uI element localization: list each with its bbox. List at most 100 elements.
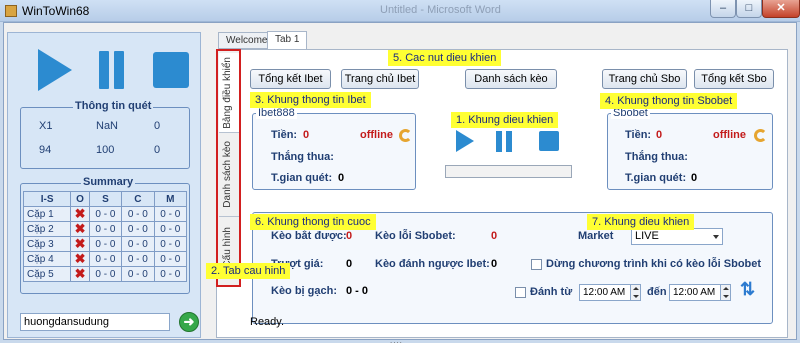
resize-grip[interactable]: .... — [390, 336, 403, 343]
left-panel: Thông tin quét X1 NaN 0 94 100 0 Summary… — [7, 32, 201, 338]
sbo-status: offline — [713, 129, 746, 141]
side-tab-bet-list[interactable]: Danh sách kèo — [219, 135, 239, 217]
sbo-info-panel: Sbobet Tiền: 0 offline Thắng thua: T.gia… — [607, 107, 773, 190]
scan-row: X1 NaN 0 — [21, 120, 189, 134]
summary-header: S — [88, 191, 123, 207]
bet-from-label: Đánh từ — [530, 286, 573, 298]
pause-icon[interactable] — [496, 131, 512, 152]
c-cell: 0 - 0 — [121, 236, 155, 252]
go-arrow-icon[interactable]: ➜ — [179, 312, 199, 332]
to-label: đến — [647, 286, 667, 298]
m-cell: 0 - 0 — [153, 221, 188, 237]
side-tab-label: Cấu hình — [222, 227, 233, 268]
sbo-money-value: 0 — [656, 129, 663, 141]
ibet-status: offline — [360, 129, 393, 141]
title-bar: WinToWin68 Untitled - Microsoft Word – □… — [0, 0, 800, 22]
sbobet-error-value: 0 — [491, 230, 498, 242]
summary-title: Summary — [81, 176, 136, 188]
time-to-picker[interactable]: 12:00 AM — [669, 284, 731, 301]
chevron-down-icon — [713, 235, 719, 239]
ibet-scantime-value: 0 — [338, 172, 345, 184]
scan-cell: 0 — [154, 144, 161, 156]
remove-icon[interactable]: ✖ — [70, 221, 90, 237]
pair-label: Cặp 1 — [22, 206, 72, 222]
summary-header: I-S — [22, 191, 72, 207]
scan-info-group: Thông tin quét X1 NaN 0 94 100 0 — [20, 100, 190, 169]
remove-icon[interactable]: ✖ — [70, 206, 90, 222]
status-text: Ready. — [250, 316, 285, 328]
sbo-home-button[interactable]: Trang chủ Sbo — [602, 69, 687, 89]
callout-config-tab: 2. Tab cau hinh — [206, 263, 291, 279]
ibet-money-value: 0 — [303, 129, 310, 141]
ibet-winloss-label: Thắng thua: — [271, 151, 334, 163]
m-cell: 0 - 0 — [153, 236, 188, 252]
bet-time-checkbox[interactable] — [515, 287, 526, 298]
summary-header: O — [70, 191, 90, 207]
tab-1[interactable]: Tab 1 — [267, 31, 308, 50]
spin-icon[interactable] — [630, 285, 640, 300]
m-cell: 0 - 0 — [153, 206, 188, 222]
side-tab-label: Bảng điều khiển — [222, 57, 233, 129]
ibet-panel-title: Ibet888 — [256, 107, 297, 119]
minimize-button[interactable]: – — [710, 0, 736, 18]
play-icon[interactable] — [456, 130, 474, 152]
spin-icon[interactable] — [720, 285, 730, 300]
ibet-home-button[interactable]: Trang chủ Ibet — [341, 69, 419, 89]
ibet-money-label: Tiền: — [271, 129, 298, 141]
pair-label: Cặp 3 — [22, 236, 72, 252]
time-from-picker[interactable]: 12:00 AM — [579, 284, 641, 301]
app-icon — [5, 5, 17, 17]
m-cell: 0 - 0 — [153, 251, 188, 267]
market-value: LIVE — [635, 230, 659, 242]
refresh-icon[interactable] — [754, 129, 767, 142]
pause-icon[interactable] — [99, 51, 125, 89]
pair-label: Cặp 4 — [22, 251, 72, 267]
maximize-button[interactable]: □ — [736, 0, 762, 18]
market-label: Market — [578, 230, 614, 242]
side-tab-label: Danh sách kèo — [222, 141, 233, 208]
background-window-title: Untitled - Microsoft Word — [380, 4, 501, 16]
callout-ibet-frame: 3. Khung thong tin Ibet — [250, 92, 371, 108]
stop-on-error-checkbox[interactable] — [531, 259, 542, 270]
scan-row: 94 100 0 — [21, 144, 189, 158]
remove-icon[interactable]: ✖ — [70, 251, 90, 267]
table-row: Cặp 5 ✖ 0 - 0 0 - 0 0 - 0 — [22, 266, 188, 282]
remove-icon[interactable]: ✖ — [70, 236, 90, 252]
sync-icon[interactable]: ⇅ — [740, 279, 755, 300]
table-row: Cặp 3 ✖ 0 - 0 0 - 0 0 - 0 — [22, 236, 188, 252]
sbobet-error-label: Kèo lỗi Sbobet: — [375, 230, 456, 242]
side-tab-strip: Bảng điều khiển Danh sách kèo Cấu hình — [216, 49, 241, 287]
sbo-scantime-value: 0 — [691, 172, 698, 184]
c-cell: 0 - 0 — [121, 266, 155, 282]
window-title: WinToWin68 — [22, 4, 90, 18]
bet-list-button[interactable]: Danh sách kèo — [465, 69, 557, 89]
refresh-icon[interactable] — [399, 129, 412, 142]
scan-cell: X1 — [39, 120, 53, 132]
sbo-winloss-label: Thắng thua: — [625, 151, 688, 163]
struck-bets-label: Kèo bị gạch: — [271, 285, 338, 297]
summary-header: M — [153, 191, 188, 207]
reverse-bet-value: 0 — [491, 258, 498, 270]
sbo-summary-button[interactable]: Tổng kết Sbo — [694, 69, 774, 89]
remove-icon[interactable]: ✖ — [70, 266, 90, 282]
table-row: Cặp 4 ✖ 0 - 0 0 - 0 0 - 0 — [22, 251, 188, 267]
s-cell: 0 - 0 — [88, 266, 123, 282]
scan-cell: NaN — [96, 120, 119, 132]
s-cell: 0 - 0 — [88, 206, 123, 222]
callout-sbobet-frame: 4. Khung thong tin Sbobet — [600, 93, 738, 109]
market-select[interactable]: LIVE — [631, 228, 723, 245]
callout-control-frame-2: 7. Khung dieu khien — [587, 214, 695, 230]
stop-icon[interactable] — [153, 52, 189, 88]
side-tab-control-panel[interactable]: Bảng điều khiển — [219, 53, 239, 133]
reverse-bet-label: Kèo đánh ngược Ibet: — [375, 258, 490, 270]
scan-cell: 0 — [154, 120, 161, 132]
play-icon[interactable] — [38, 49, 72, 91]
ibet-summary-button[interactable]: Tổng kết Ibet — [250, 69, 331, 89]
close-button[interactable]: ✕ — [762, 0, 800, 18]
time-to-value: 12:00 AM — [673, 287, 716, 298]
stop-icon[interactable] — [539, 131, 559, 151]
time-from-value: 12:00 AM — [583, 287, 626, 298]
search-input[interactable] — [20, 313, 170, 331]
bets-caught-value: 0 — [346, 230, 353, 242]
summary-group: Summary I-S O S C M Cặp 1 ✖ 0 - 0 0 - 0 … — [20, 176, 190, 294]
